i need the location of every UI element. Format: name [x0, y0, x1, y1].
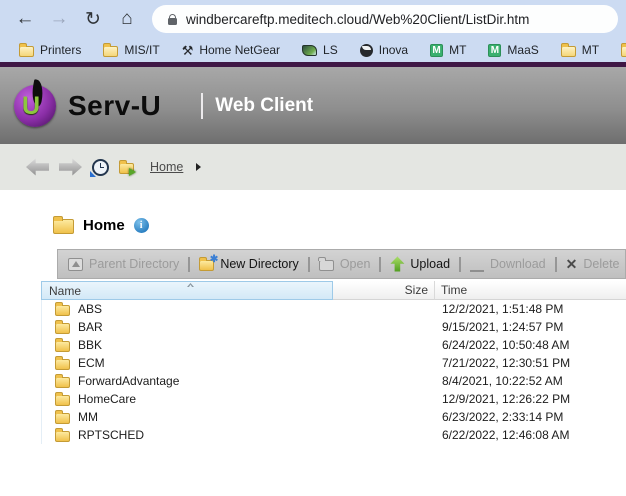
- table-row-abs[interactable]: ABS 12/2/2021, 1:51:48 PM: [42, 300, 626, 318]
- upload-icon: [390, 257, 404, 272]
- table-header: Name Size Time: [41, 281, 626, 300]
- folder-icon: [55, 395, 70, 406]
- table-row-bbk[interactable]: BBK 6/24/2022, 10:50:48 AM: [42, 336, 626, 354]
- navigation-bar: Home: [0, 144, 626, 190]
- folder-icon: [561, 46, 576, 57]
- folder-icon: [55, 359, 70, 370]
- bookmark-mt-2[interactable]: MT: [552, 41, 608, 59]
- toolbar-separator: [459, 257, 461, 272]
- page-title-row: Home: [53, 190, 626, 234]
- bookmark-printers[interactable]: Printers: [10, 41, 90, 59]
- folder-icon: [55, 323, 70, 334]
- upload-button[interactable]: Upload: [390, 257, 450, 272]
- refresh-directory-icon[interactable]: [119, 163, 134, 174]
- folder-icon: [621, 46, 626, 57]
- download-button[interactable]: Download: [470, 257, 546, 272]
- address-bar[interactable]: windbercareftp.meditech.cloud/Web%20Clie…: [152, 5, 618, 33]
- new-directory-button[interactable]: ✱ New Directory: [199, 257, 299, 271]
- bookmarks-bar: Printers MIS/IT ⚒ Home NetGear LS Inova …: [0, 38, 626, 62]
- servu-logo-icon: U: [14, 85, 56, 127]
- folder-icon: [55, 413, 70, 424]
- new-directory-icon: ✱: [199, 260, 214, 271]
- toolbar-separator: [308, 257, 310, 272]
- folder-icon: [19, 46, 34, 57]
- folder-icon: [55, 341, 70, 352]
- bookmark-maas[interactable]: MaaS: [479, 41, 547, 59]
- history-icon[interactable]: [92, 159, 109, 176]
- nav-forward-icon[interactable]: [59, 159, 82, 176]
- delete-icon: ✕: [566, 257, 578, 271]
- open-folder-icon: [319, 260, 334, 271]
- browser-back-icon[interactable]: ←: [8, 5, 42, 33]
- column-header-size[interactable]: Size: [333, 281, 435, 300]
- bookmark-home-netgear[interactable]: ⚒ Home NetGear: [173, 41, 289, 59]
- bookmark-mt-1[interactable]: MT: [421, 41, 475, 59]
- page-title: Home: [83, 217, 125, 234]
- open-button[interactable]: Open: [319, 257, 371, 271]
- parent-directory-button[interactable]: Parent Directory: [68, 257, 179, 271]
- folder-icon: [103, 46, 118, 57]
- toolbar-separator: [379, 257, 381, 272]
- directory-view: Home Parent Directory ✱ New Directory Op…: [0, 190, 626, 496]
- globe-icon: [360, 44, 373, 57]
- file-toolbar: Parent Directory ✱ New Directory Open Up…: [57, 249, 626, 279]
- column-header-time[interactable]: Time: [435, 281, 626, 300]
- download-icon: [470, 257, 484, 272]
- parent-directory-icon: [68, 258, 83, 271]
- header-divider: [201, 93, 203, 119]
- url-text: windbercareftp.meditech.cloud/Web%20Clie…: [186, 12, 529, 27]
- tools-icon: ⚒: [182, 44, 194, 57]
- browser-reload-icon[interactable]: ↻: [76, 5, 110, 33]
- toolbar-separator: [555, 257, 557, 272]
- bookmark-misit[interactable]: MIS/IT: [94, 41, 168, 59]
- table-row-rptsched[interactable]: RPTSCHED 6/22/2022, 12:46:08 AM: [42, 426, 626, 444]
- delete-button[interactable]: ✕ Delete: [566, 257, 620, 271]
- folder-icon: [53, 219, 74, 234]
- brand-title: Serv-U: [68, 90, 161, 122]
- padlock-icon: [168, 18, 177, 25]
- sort-ascending-icon: [187, 283, 194, 287]
- app-subtitle: Web Client: [215, 95, 313, 117]
- table-body: ABS 12/2/2021, 1:51:48 PM BAR 9/15/2021,…: [41, 300, 626, 444]
- bookmark-e[interactable]: E: [612, 41, 626, 59]
- folder-icon: [55, 377, 70, 388]
- bookmark-ls[interactable]: LS: [293, 41, 347, 59]
- table-row-forwardadvantage[interactable]: ForwardAdvantage 8/4/2021, 10:22:52 AM: [42, 372, 626, 390]
- breadcrumb-caret-icon[interactable]: [196, 163, 201, 171]
- folder-icon: [55, 305, 70, 316]
- browser-toolbar: ← → ↻ ⌂ windbercareftp.meditech.cloud/We…: [0, 0, 626, 38]
- info-icon[interactable]: [134, 218, 149, 233]
- folder-icon: [55, 431, 70, 442]
- browser-home-icon[interactable]: ⌂: [110, 5, 144, 33]
- toolbar-separator: [188, 257, 190, 272]
- breadcrumb-home[interactable]: Home: [150, 160, 183, 174]
- meditech-m-icon: [430, 44, 443, 57]
- app-header: U Serv-U Web Client: [0, 67, 626, 144]
- browser-forward-icon[interactable]: →: [42, 5, 76, 33]
- table-row-bar[interactable]: BAR 9/15/2021, 1:24:57 PM: [42, 318, 626, 336]
- nav-back-icon[interactable]: [26, 159, 49, 176]
- meditech-m-icon: [488, 44, 501, 57]
- table-row-ecm[interactable]: ECM 7/21/2022, 12:30:51 PM: [42, 354, 626, 372]
- table-row-mm[interactable]: MM 6/23/2022, 2:33:14 PM: [42, 408, 626, 426]
- column-header-name[interactable]: Name: [41, 281, 333, 300]
- ls-badge-icon: [302, 45, 317, 56]
- file-table: Name Size Time ABS 12/2/2021, 1:51:48 PM…: [41, 281, 626, 444]
- table-row-homecare[interactable]: HomeCare 12/9/2021, 12:26:22 PM: [42, 390, 626, 408]
- bookmark-inova[interactable]: Inova: [351, 41, 417, 59]
